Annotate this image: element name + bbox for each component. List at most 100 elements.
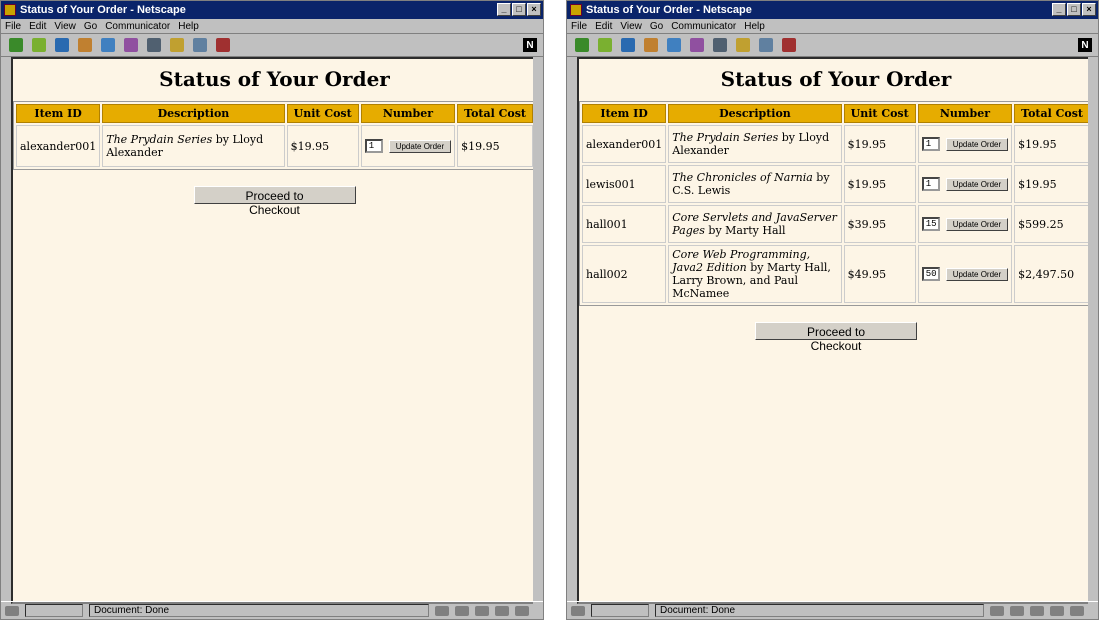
- scrollbar[interactable]: [1088, 57, 1096, 604]
- discussion-icon[interactable]: [1030, 605, 1044, 616]
- discussion-icon[interactable]: [475, 605, 489, 616]
- title-bar[interactable]: Status of Your Order - Netscape _ □ ×: [1, 1, 543, 19]
- maximize-button[interactable]: □: [1067, 3, 1081, 16]
- table-row: alexander001 The Prydain Series by Lloyd…: [16, 125, 533, 167]
- menu-help[interactable]: Help: [178, 21, 199, 32]
- menu-go[interactable]: Go: [650, 21, 663, 32]
- menu-go[interactable]: Go: [84, 21, 97, 32]
- header-number: Number: [917, 104, 1013, 123]
- reload-icon[interactable]: [55, 38, 69, 52]
- menu-edit[interactable]: Edit: [595, 21, 612, 32]
- title-bar[interactable]: Status of Your Order - Netscape _ □ ×: [567, 1, 1098, 19]
- proceed-to-checkout-button[interactable]: Proceed to Checkout: [193, 186, 356, 217]
- minimize-button[interactable]: _: [1052, 3, 1066, 16]
- security-lock-icon[interactable]: [5, 605, 19, 616]
- mail-icon[interactable]: [1010, 605, 1024, 616]
- close-button[interactable]: ×: [527, 3, 541, 16]
- page-content: Status of Your Order Item ID Description…: [11, 57, 538, 604]
- netscape-app-icon: [570, 4, 582, 16]
- netscape-app-icon: [4, 4, 16, 16]
- search-icon[interactable]: [667, 38, 681, 52]
- table-row: hall002 Core Web Programming, Java2 Edit…: [582, 245, 1090, 303]
- menu-communicator[interactable]: Communicator: [105, 21, 170, 32]
- description-cell: Core Web Programming, Java2 Edition by M…: [668, 245, 842, 303]
- security-icon[interactable]: [170, 38, 184, 52]
- minimize-button[interactable]: _: [497, 3, 511, 16]
- search-icon[interactable]: [101, 38, 115, 52]
- netscape-guide-icon[interactable]: [124, 38, 138, 52]
- number-cell: Update Order: [917, 245, 1013, 303]
- item-id-cell: lewis001: [582, 165, 667, 203]
- order-table: Item ID Description Unit Cost Number Tot…: [579, 101, 1093, 306]
- menu-communicator[interactable]: Communicator: [671, 21, 736, 32]
- update-order-button[interactable]: Update Order: [388, 139, 452, 153]
- scrollbar[interactable]: [533, 57, 541, 604]
- unit-cost-cell: $19.95: [843, 125, 916, 163]
- back-icon[interactable]: [575, 38, 589, 52]
- mail-icon[interactable]: [455, 605, 469, 616]
- total-cost-cell: $599.25: [1014, 205, 1090, 243]
- quantity-input[interactable]: [921, 137, 940, 151]
- navigation-toolbar: N: [1, 34, 543, 57]
- stop-icon[interactable]: [782, 38, 796, 52]
- check-icon[interactable]: [1070, 605, 1084, 616]
- book-author: by Marty Hall: [704, 224, 786, 237]
- book-title: The Prydain Series: [672, 131, 779, 144]
- forward-icon[interactable]: [598, 38, 612, 52]
- update-order-button[interactable]: Update Order: [945, 217, 1009, 231]
- navigator-icon[interactable]: [990, 605, 1004, 616]
- number-cell: Update Order: [917, 125, 1013, 163]
- description-cell: Core Servlets and JavaServer Pages by Ma…: [668, 205, 842, 243]
- shop-icon[interactable]: [193, 38, 207, 52]
- security-lock-icon[interactable]: [571, 605, 585, 616]
- menu-help[interactable]: Help: [744, 21, 765, 32]
- maximize-button[interactable]: □: [512, 3, 526, 16]
- header-total-cost: Total Cost: [457, 104, 533, 123]
- security-icon[interactable]: [736, 38, 750, 52]
- check-icon[interactable]: [515, 605, 529, 616]
- composer-icon[interactable]: [1050, 605, 1064, 616]
- update-order-button[interactable]: Update Order: [945, 177, 1009, 191]
- proceed-to-checkout-button[interactable]: Proceed to Checkout: [755, 322, 917, 353]
- description-cell: The Chronicles of Narnia by C.S. Lewis: [668, 165, 842, 203]
- status-text: Document: Done: [89, 604, 429, 617]
- back-icon[interactable]: [9, 38, 23, 52]
- unit-cost-cell: $19.95: [843, 165, 916, 203]
- item-id-cell: alexander001: [582, 125, 667, 163]
- header-description: Description: [102, 104, 285, 123]
- status-bar: Document: Done: [1, 601, 543, 619]
- home-icon[interactable]: [78, 38, 92, 52]
- menu-view[interactable]: View: [54, 21, 76, 32]
- browser-window-right: Status of Your Order - Netscape _ □ × Fi…: [566, 0, 1099, 620]
- menu-edit[interactable]: Edit: [29, 21, 46, 32]
- close-button[interactable]: ×: [1082, 3, 1096, 16]
- stop-icon[interactable]: [216, 38, 230, 52]
- book-title: The Chronicles of Narnia: [672, 171, 813, 184]
- quantity-input[interactable]: [921, 177, 940, 191]
- table-row: alexander001 The Prydain Series by Lloyd…: [582, 125, 1090, 163]
- home-icon[interactable]: [644, 38, 658, 52]
- quantity-input[interactable]: [364, 139, 383, 153]
- progress-bar: [25, 604, 83, 617]
- menu-view[interactable]: View: [620, 21, 642, 32]
- update-order-button[interactable]: Update Order: [945, 137, 1009, 151]
- menu-file[interactable]: File: [5, 21, 21, 32]
- page-title: Status of Your Order: [720, 67, 952, 91]
- header-item-id: Item ID: [582, 104, 667, 123]
- header-description: Description: [668, 104, 842, 123]
- forward-icon[interactable]: [32, 38, 46, 52]
- shop-icon[interactable]: [759, 38, 773, 52]
- reload-icon[interactable]: [621, 38, 635, 52]
- item-id-cell: hall002: [582, 245, 667, 303]
- navigator-icon[interactable]: [435, 605, 449, 616]
- quantity-input[interactable]: [921, 267, 940, 281]
- netscape-guide-icon[interactable]: [690, 38, 704, 52]
- quantity-input[interactable]: [921, 217, 940, 231]
- print-icon[interactable]: [713, 38, 727, 52]
- print-icon[interactable]: [147, 38, 161, 52]
- progress-bar: [591, 604, 649, 617]
- composer-icon[interactable]: [495, 605, 509, 616]
- window-title: Status of Your Order - Netscape: [20, 4, 186, 16]
- update-order-button[interactable]: Update Order: [945, 267, 1009, 281]
- menu-file[interactable]: File: [571, 21, 587, 32]
